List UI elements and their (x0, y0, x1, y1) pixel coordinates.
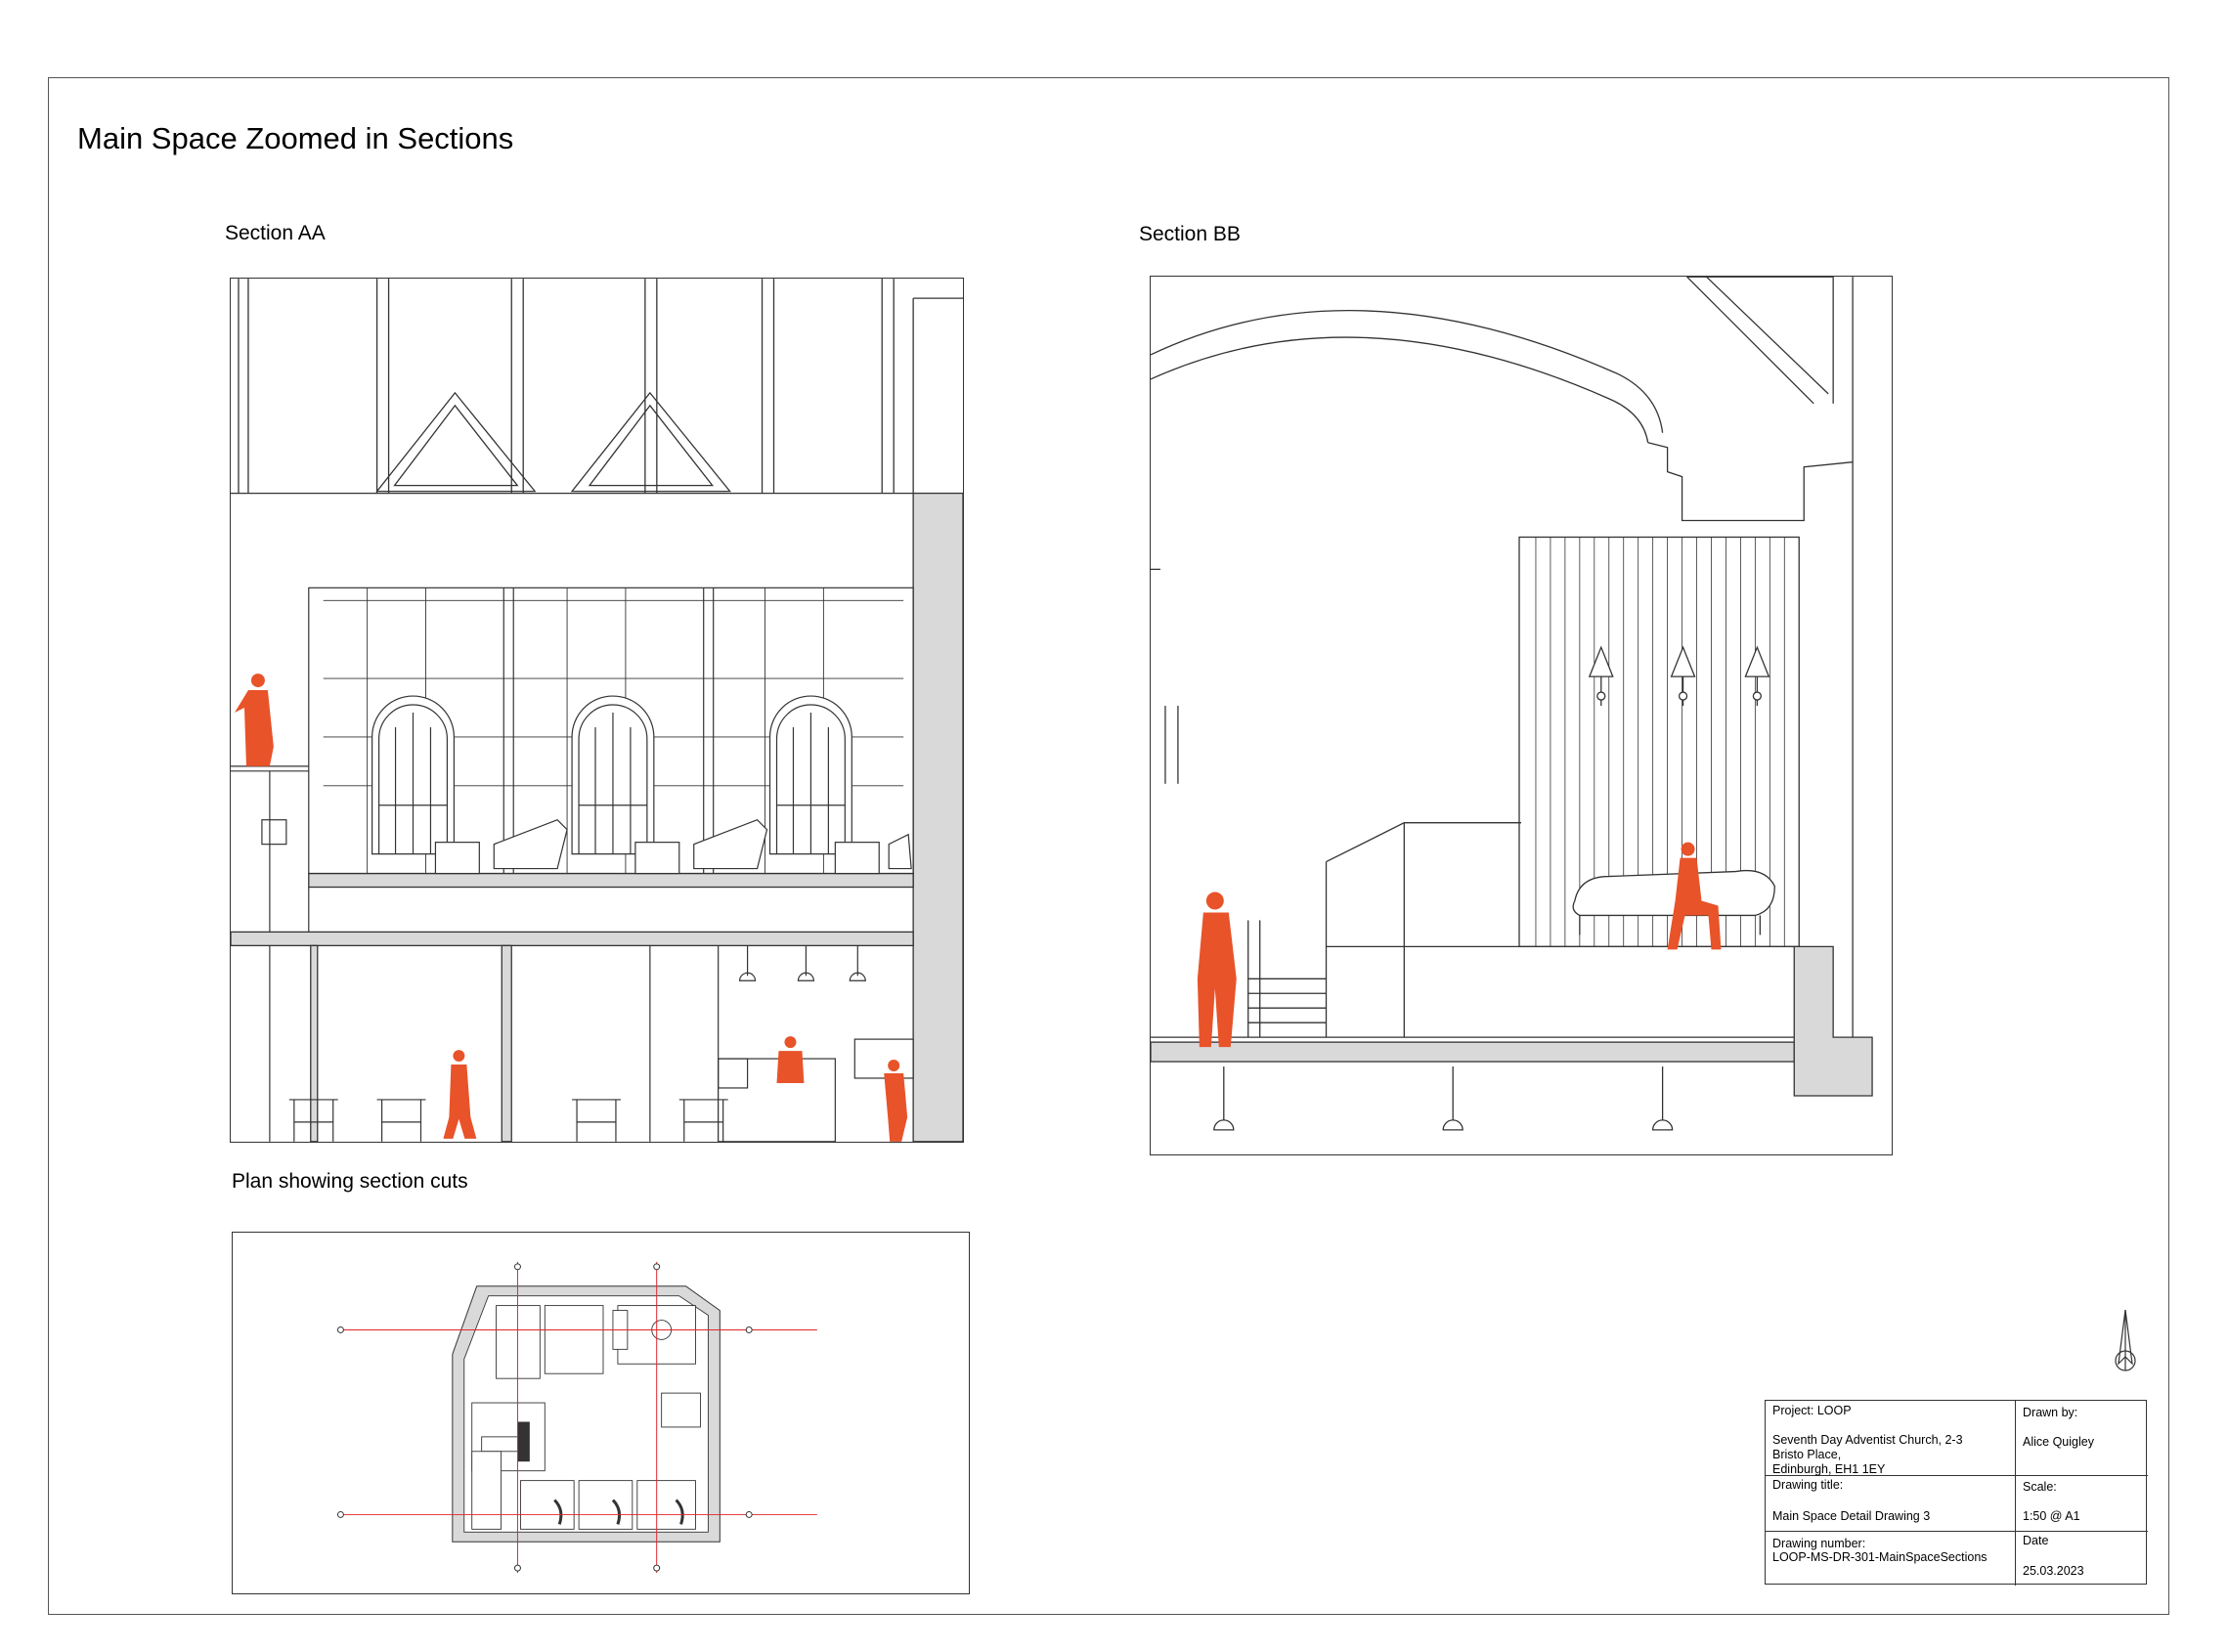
tb-scale-label: Scale: (2023, 1480, 2057, 1494)
tb-project-cell: Project: LOOP Seventh Day Adventist Chur… (1766, 1401, 2016, 1476)
plan-drawing (232, 1232, 970, 1594)
tb-drawing-number: LOOP-MS-DR-301-MainSpaceSections (1772, 1550, 1988, 1564)
section-aa-svg (231, 279, 963, 1142)
section-bb-svg (1151, 277, 1873, 1131)
tb-scale: 1:50 @ A1 (2023, 1509, 2080, 1523)
tb-scale-cell: Scale: 1:50 @ A1 (2016, 1476, 2148, 1532)
tb-date-cell: Date 25.03.2023 (2016, 1532, 2148, 1586)
north-arrow-icon (2115, 1310, 2136, 1371)
section-aa-label: Section AA (225, 222, 326, 244)
tb-drawing-title-cell: Drawing title: Main Space Detail Drawing… (1766, 1476, 2016, 1532)
tb-project: Project: LOOP (1772, 1404, 1852, 1417)
tb-drawn-by-label: Drawn by: (2023, 1406, 2078, 1419)
tb-drawing-number-label: Drawing number: (1772, 1537, 1866, 1550)
tb-date-label: Date (2023, 1534, 2049, 1547)
tb-date: 25.03.2023 (2023, 1564, 2084, 1578)
section-aa-drawing (230, 278, 964, 1143)
plan-svg (336, 1261, 817, 1574)
title-block: Project: LOOP Seventh Day Adventist Chur… (1765, 1400, 2148, 1586)
sheet-title: Main Space Zoomed in Sections (77, 121, 514, 155)
section-bb-label: Section BB (1139, 223, 1241, 245)
tb-drawn-by-cell: Drawn by: Alice Quigley (2016, 1401, 2148, 1476)
section-bb-drawing (1150, 276, 1893, 1155)
tb-drawing-title-label: Drawing title: (1772, 1478, 1844, 1492)
tb-drawn-by: Alice Quigley (2023, 1435, 2094, 1449)
tb-drawing-title: Main Space Detail Drawing 3 (1772, 1509, 1931, 1523)
tb-drawing-number-cell: Drawing number: LOOP-MS-DR-301-MainSpace… (1766, 1532, 2016, 1586)
plan-label: Plan showing section cuts (232, 1170, 468, 1193)
tb-address: Seventh Day Adventist Church, 2-3 Bristo… (1772, 1433, 1963, 1476)
